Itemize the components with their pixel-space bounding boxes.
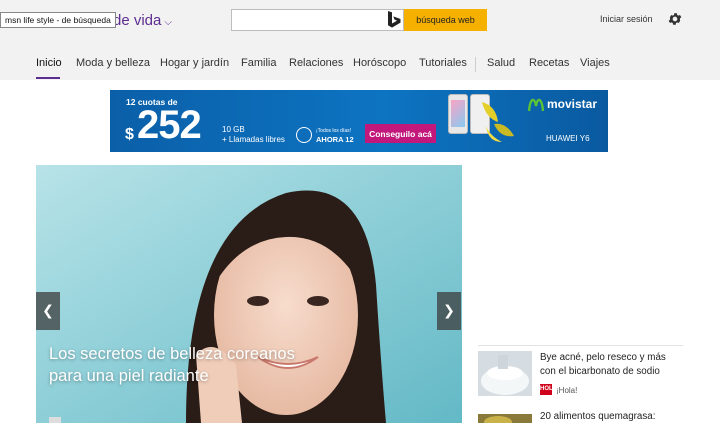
ad-data-plan: 10 GB (222, 125, 245, 134)
ad-price: 252 (137, 103, 202, 147)
article-title[interactable]: Bye acné, pelo reseco y más con el bicar… (540, 351, 680, 379)
leaves-decoration-icon (482, 102, 514, 142)
nav-item-hogar-y-jardin[interactable]: Hogar y jardín (160, 57, 229, 69)
nav-active-indicator (36, 77, 60, 79)
hero-source-icon (49, 417, 61, 423)
nav-item-tutoriales[interactable]: Tutoriales (419, 57, 467, 69)
gear-icon[interactable] (667, 11, 683, 27)
phone-image (448, 94, 468, 134)
nav-item-inicio[interactable]: Inicio (36, 57, 62, 69)
category-nav: Inicio Moda y belleza Hogar y jardín Fam… (0, 57, 720, 80)
nav-item-horoscopo[interactable]: Horóscopo (353, 57, 406, 69)
nav-item-relaciones[interactable]: Relaciones (289, 57, 343, 69)
article-source: ¡Hola! (556, 386, 578, 395)
bing-icon (388, 11, 401, 28)
article-thumbnail[interactable] (478, 412, 532, 423)
nav-item-salud[interactable]: Salud (487, 57, 515, 69)
nav-item-viajes[interactable]: Viajes (580, 57, 610, 69)
ad-calls: + Llamadas libres (222, 135, 285, 144)
article-title[interactable]: 20 alimentos quemagrasa: (540, 410, 680, 424)
ad-brand-name: movistar (547, 97, 598, 111)
search-input[interactable] (231, 9, 404, 31)
chevron-down-icon: ⌵ (164, 17, 172, 28)
ad-device-name: HUAWEI Y6 (546, 134, 590, 143)
ad-cta-button[interactable]: Conseguilo acá (365, 124, 436, 143)
ad-ahora-text: AHORA 12 (316, 135, 354, 144)
ad-todos-text: ¡Todos los días! (316, 128, 352, 134)
ad-currency: $ (125, 126, 134, 143)
brand-menu[interactable]: de vida ⌵ (113, 12, 172, 29)
carousel-next-button[interactable]: ❯ (437, 292, 461, 330)
nav-item-familia[interactable]: Familia (241, 57, 276, 69)
nav-item-recetas[interactable]: Recetas (529, 57, 569, 69)
ahora12-logo-icon (296, 127, 312, 143)
ad-banner[interactable]: 12 cuotas de $ 252 10 GB + Llamadas libr… (110, 90, 608, 152)
chevron-left-icon: ❮ (42, 303, 54, 319)
tab-tooltip: msn life style - de búsqueda (0, 12, 116, 28)
hola-logo-icon: HOLA (540, 384, 557, 395)
nav-item-moda-y-belleza[interactable]: Moda y belleza (76, 57, 150, 69)
nav-divider (475, 57, 476, 72)
brand-suffix-label: de vida (113, 12, 162, 29)
article-thumbnail[interactable] (478, 351, 532, 396)
hero-carousel[interactable]: Los secretos de belleza coreanos para un… (36, 165, 462, 423)
web-search-button[interactable]: búsqueda web (404, 9, 487, 31)
movistar-logo-icon (528, 98, 544, 112)
signin-link[interactable]: Iniciar sesión (600, 14, 653, 24)
chevron-right-icon: ❯ (443, 303, 455, 319)
carousel-prev-button[interactable]: ❮ (36, 292, 60, 330)
hero-headline[interactable]: Los secretos de belleza coreanos para un… (49, 343, 299, 387)
side-divider (478, 345, 683, 346)
